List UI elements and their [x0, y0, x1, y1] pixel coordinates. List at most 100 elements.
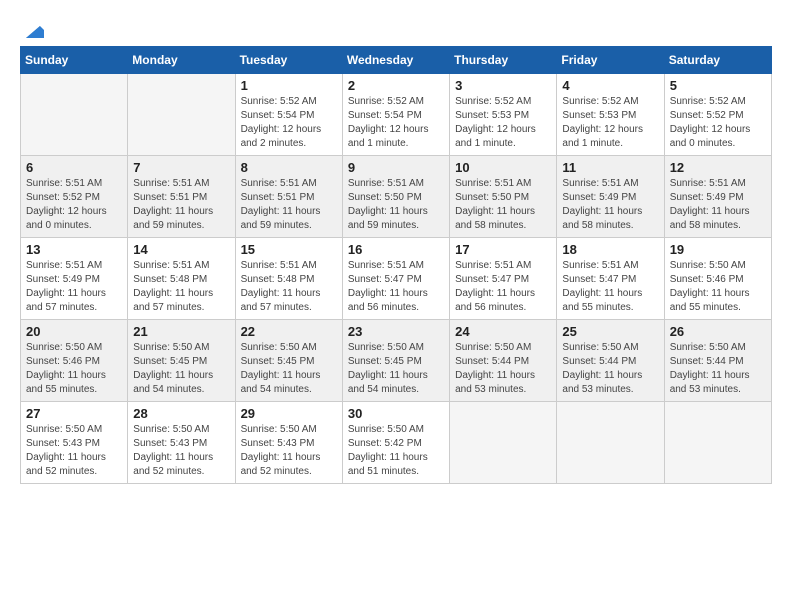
day-info: Sunrise: 5:50 AMSunset: 5:45 PMDaylight:…	[241, 341, 337, 397]
calendar-cell: 28 Sunrise: 5:50 AMSunset: 5:43 PMDayligh…	[128, 402, 235, 484]
calendar-cell	[21, 74, 128, 156]
day-info: Sunrise: 5:51 AMSunset: 5:47 PMDaylight:…	[348, 259, 444, 315]
day-info: Sunrise: 5:51 AMSunset: 5:47 PMDaylight:…	[562, 259, 658, 315]
calendar-cell: 26Sunrise: 5:50 AMSunset: 5:44 PMDayligh…	[664, 320, 771, 402]
calendar-week-row: 1 Sunrise: 5:52 AMSunset: 5:54 PMDaylight…	[21, 74, 772, 156]
day-number: 3	[455, 78, 551, 93]
day-info: Sunrise: 5:51 AMSunset: 5:50 PMDaylight:…	[455, 177, 551, 233]
day-number: 16	[348, 242, 444, 257]
day-number: 18	[562, 242, 658, 257]
day-info: Sunrise: 5:50 AMSunset: 5:46 PMDaylight:…	[26, 341, 122, 397]
day-number: 2	[348, 78, 444, 93]
day-info: Sunrise: 5:52 AMSunset: 5:54 PMDaylight:…	[348, 95, 444, 151]
calendar-cell: 19Sunrise: 5:50 AMSunset: 5:46 PMDayligh…	[664, 238, 771, 320]
calendar-cell: 13 Sunrise: 5:51 AMSunset: 5:49 PMDayligh…	[21, 238, 128, 320]
calendar-cell: 6 Sunrise: 5:51 AMSunset: 5:52 PMDaylight…	[21, 156, 128, 238]
day-number: 29	[241, 406, 337, 421]
calendar-cell: 12 Sunrise: 5:51 AMSunset: 5:49 PMDayligh…	[664, 156, 771, 238]
day-info: Sunrise: 5:51 AMSunset: 5:48 PMDaylight:…	[133, 259, 229, 315]
calendar-header-sunday: Sunday	[21, 47, 128, 74]
day-info: Sunrise: 5:51 AMSunset: 5:49 PMDaylight:…	[670, 177, 766, 233]
day-info: Sunrise: 5:51 AMSunset: 5:51 PMDaylight:…	[241, 177, 337, 233]
logo	[20, 20, 44, 36]
day-number: 17	[455, 242, 551, 257]
day-info: Sunrise: 5:50 AMSunset: 5:43 PMDaylight:…	[133, 423, 229, 479]
calendar-cell: 29 Sunrise: 5:50 AMSunset: 5:43 PMDayligh…	[235, 402, 342, 484]
day-number: 28	[133, 406, 229, 421]
day-info: Sunrise: 5:51 AMSunset: 5:52 PMDaylight:…	[26, 177, 122, 233]
calendar-cell: 30 Sunrise: 5:50 AMSunset: 5:42 PMDayligh…	[342, 402, 449, 484]
calendar-cell: 3 Sunrise: 5:52 AMSunset: 5:53 PMDaylight…	[450, 74, 557, 156]
day-info: Sunrise: 5:50 AMSunset: 5:44 PMDaylight:…	[670, 341, 766, 397]
calendar-cell: 20 Sunrise: 5:50 AMSunset: 5:46 PMDayligh…	[21, 320, 128, 402]
day-info: Sunrise: 5:52 AMSunset: 5:54 PMDaylight:…	[241, 95, 337, 151]
day-number: 25	[562, 324, 658, 339]
calendar-cell: 16 Sunrise: 5:51 AMSunset: 5:47 PMDayligh…	[342, 238, 449, 320]
day-number: 20	[26, 324, 122, 339]
calendar-cell: 2 Sunrise: 5:52 AMSunset: 5:54 PMDaylight…	[342, 74, 449, 156]
calendar-cell: 7 Sunrise: 5:51 AMSunset: 5:51 PMDaylight…	[128, 156, 235, 238]
calendar-header-monday: Monday	[128, 47, 235, 74]
day-info: Sunrise: 5:52 AMSunset: 5:52 PMDaylight:…	[670, 95, 766, 151]
calendar-cell	[450, 402, 557, 484]
calendar-header-thursday: Thursday	[450, 47, 557, 74]
day-number: 22	[241, 324, 337, 339]
day-number: 21	[133, 324, 229, 339]
calendar-week-row: 6 Sunrise: 5:51 AMSunset: 5:52 PMDaylight…	[21, 156, 772, 238]
calendar-week-row: 27 Sunrise: 5:50 AMSunset: 5:43 PMDayligh…	[21, 402, 772, 484]
day-number: 4	[562, 78, 658, 93]
calendar-cell: 11 Sunrise: 5:51 AMSunset: 5:49 PMDayligh…	[557, 156, 664, 238]
page-header	[20, 20, 772, 36]
day-number: 30	[348, 406, 444, 421]
calendar-cell: 15Sunrise: 5:51 AMSunset: 5:48 PMDayligh…	[235, 238, 342, 320]
calendar-cell: 1 Sunrise: 5:52 AMSunset: 5:54 PMDaylight…	[235, 74, 342, 156]
day-info: Sunrise: 5:50 AMSunset: 5:44 PMDaylight:…	[562, 341, 658, 397]
day-info: Sunrise: 5:51 AMSunset: 5:47 PMDaylight:…	[455, 259, 551, 315]
calendar-table: SundayMondayTuesdayWednesdayThursdayFrid…	[20, 46, 772, 484]
day-number: 27	[26, 406, 122, 421]
calendar-cell: 8 Sunrise: 5:51 AMSunset: 5:51 PMDaylight…	[235, 156, 342, 238]
day-number: 8	[241, 160, 337, 175]
calendar-cell: 9Sunrise: 5:51 AMSunset: 5:50 PMDaylight…	[342, 156, 449, 238]
day-number: 6	[26, 160, 122, 175]
day-number: 19	[670, 242, 766, 257]
calendar-cell: 24Sunrise: 5:50 AMSunset: 5:44 PMDayligh…	[450, 320, 557, 402]
calendar-cell: 4 Sunrise: 5:52 AMSunset: 5:53 PMDaylight…	[557, 74, 664, 156]
calendar-cell	[557, 402, 664, 484]
calendar-header-saturday: Saturday	[664, 47, 771, 74]
day-number: 10	[455, 160, 551, 175]
day-info: Sunrise: 5:52 AMSunset: 5:53 PMDaylight:…	[562, 95, 658, 151]
day-info: Sunrise: 5:51 AMSunset: 5:48 PMDaylight:…	[241, 259, 337, 315]
day-info: Sunrise: 5:50 AMSunset: 5:42 PMDaylight:…	[348, 423, 444, 479]
day-info: Sunrise: 5:52 AMSunset: 5:53 PMDaylight:…	[455, 95, 551, 151]
calendar-cell: 14Sunrise: 5:51 AMSunset: 5:48 PMDayligh…	[128, 238, 235, 320]
day-info: Sunrise: 5:50 AMSunset: 5:45 PMDaylight:…	[133, 341, 229, 397]
calendar-header-friday: Friday	[557, 47, 664, 74]
day-number: 12	[670, 160, 766, 175]
day-info: Sunrise: 5:51 AMSunset: 5:49 PMDaylight:…	[562, 177, 658, 233]
calendar-header-tuesday: Tuesday	[235, 47, 342, 74]
day-info: Sunrise: 5:51 AMSunset: 5:50 PMDaylight:…	[348, 177, 444, 233]
calendar-cell: 22 Sunrise: 5:50 AMSunset: 5:45 PMDayligh…	[235, 320, 342, 402]
day-number: 11	[562, 160, 658, 175]
calendar-header-row: SundayMondayTuesdayWednesdayThursdayFrid…	[21, 47, 772, 74]
day-number: 7	[133, 160, 229, 175]
calendar-cell: 23 Sunrise: 5:50 AMSunset: 5:45 PMDayligh…	[342, 320, 449, 402]
calendar-cell: 27 Sunrise: 5:50 AMSunset: 5:43 PMDayligh…	[21, 402, 128, 484]
calendar-cell: 25 Sunrise: 5:50 AMSunset: 5:44 PMDayligh…	[557, 320, 664, 402]
day-info: Sunrise: 5:51 AMSunset: 5:49 PMDaylight:…	[26, 259, 122, 315]
calendar-cell: 21 Sunrise: 5:50 AMSunset: 5:45 PMDayligh…	[128, 320, 235, 402]
day-number: 5	[670, 78, 766, 93]
day-info: Sunrise: 5:50 AMSunset: 5:45 PMDaylight:…	[348, 341, 444, 397]
day-number: 13	[26, 242, 122, 257]
day-number: 23	[348, 324, 444, 339]
calendar-cell: 17 Sunrise: 5:51 AMSunset: 5:47 PMDayligh…	[450, 238, 557, 320]
calendar-header-wednesday: Wednesday	[342, 47, 449, 74]
calendar-cell	[128, 74, 235, 156]
calendar-week-row: 20 Sunrise: 5:50 AMSunset: 5:46 PMDayligh…	[21, 320, 772, 402]
day-info: Sunrise: 5:51 AMSunset: 5:51 PMDaylight:…	[133, 177, 229, 233]
day-info: Sunrise: 5:50 AMSunset: 5:43 PMDaylight:…	[241, 423, 337, 479]
calendar-cell: 5 Sunrise: 5:52 AMSunset: 5:52 PMDaylight…	[664, 74, 771, 156]
day-number: 1	[241, 78, 337, 93]
day-info: Sunrise: 5:50 AMSunset: 5:43 PMDaylight:…	[26, 423, 122, 479]
